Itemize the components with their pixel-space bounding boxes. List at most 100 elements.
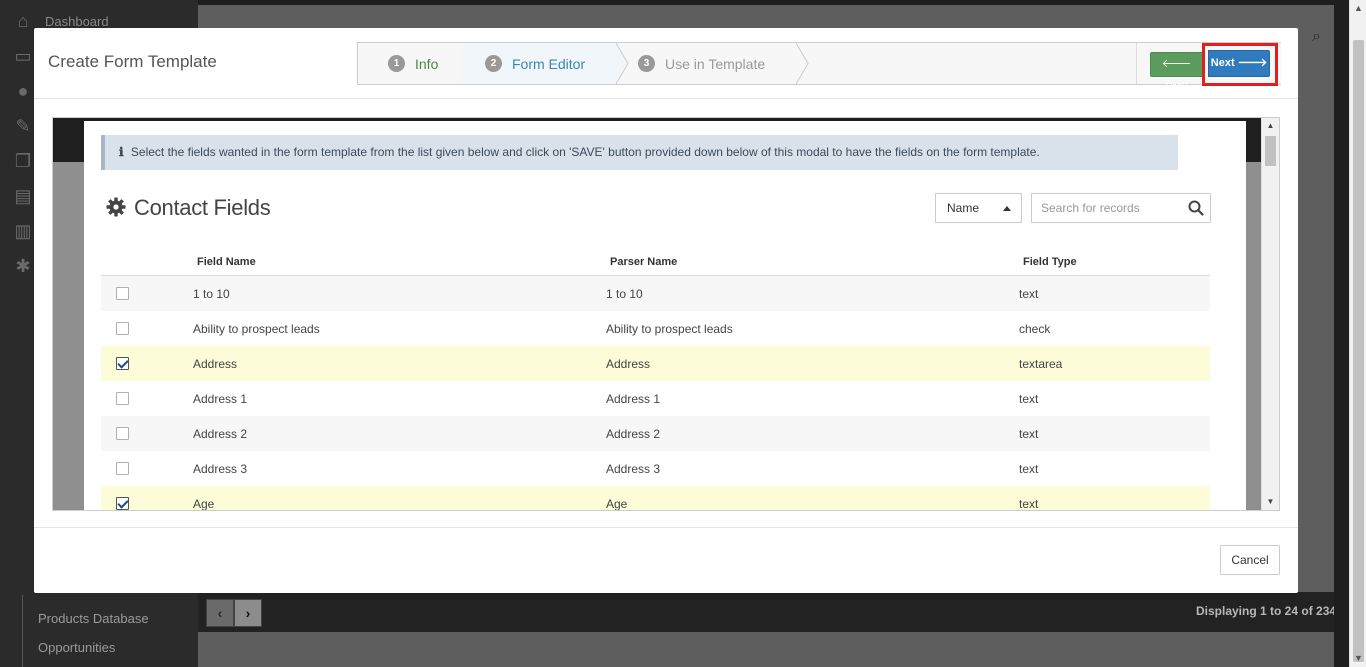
modal-header: Create Form Template 1 Info 2 Form Edito… <box>34 28 1298 99</box>
sidebar-tree-line <box>22 595 23 667</box>
field-name-cell: Age <box>193 497 215 511</box>
fields-table: Field Name Parser Name Field Type 1 to 1… <box>101 246 1210 511</box>
field-type-cell: text <box>1019 497 1039 511</box>
wizard-chevron <box>796 43 809 84</box>
table-header: Field Name Parser Name Field Type <box>101 246 1210 276</box>
scroll-up-arrow-icon[interactable]: ▲ <box>1350 0 1366 17</box>
parser-name-cell: Address <box>606 357 651 371</box>
column-header-field-type[interactable]: Field Type <box>1023 256 1077 268</box>
field-name-cell: Address 1 <box>193 392 248 406</box>
step-number-badge: 1 <box>388 55 405 72</box>
wizard-step-label: Info <box>415 55 439 72</box>
scroll-up-arrow-icon[interactable]: ▲ <box>1262 118 1279 134</box>
arrow-right-icon: 🡒 <box>1237 57 1268 69</box>
row-checkbox[interactable] <box>116 287 129 300</box>
row-checkbox-checked[interactable] <box>116 497 129 510</box>
cancel-button[interactable]: Cancel <box>1220 545 1280 575</box>
next-button-label: Next <box>1210 57 1235 69</box>
column-header-field-name[interactable]: Field Name <box>197 256 256 268</box>
row-checkbox[interactable] <box>116 322 129 335</box>
row-checkbox[interactable] <box>116 462 129 475</box>
parser-name-cell: 1 to 10 <box>606 287 643 301</box>
caret-up-icon <box>1003 206 1011 211</box>
search-input[interactable] <box>1032 194 1182 222</box>
prev-button[interactable]: 🡐 Prev <box>1150 52 1203 93</box>
prev-button-label: Prev <box>1165 81 1188 93</box>
users-icon[interactable]: ● <box>12 80 34 102</box>
page-scrollbar[interactable]: ▲ ▼ <box>1349 0 1366 667</box>
sort-select[interactable]: Name <box>935 193 1022 223</box>
info-icon: ℹ <box>119 145 124 159</box>
panel-scrollbar[interactable]: ▲ ▼ <box>1261 118 1279 510</box>
table-row[interactable]: Address 3 Address 3 text <box>101 451 1210 486</box>
field-picker: ℹ Select the fields wanted in the form t… <box>84 121 1246 510</box>
next-button[interactable]: Next 🡒 <box>1208 50 1270 77</box>
table-row[interactable]: Address 2 Address 2 text <box>101 416 1210 451</box>
pager: ‹ › <box>206 599 262 627</box>
field-name-cell: 1 to 10 <box>193 287 230 301</box>
modal-title: Create Form Template <box>48 52 217 71</box>
modal-footer <box>34 527 1298 593</box>
field-type-cell: check <box>1019 322 1051 336</box>
field-type-cell: text <box>1019 427 1039 441</box>
app-top-strip <box>198 0 1334 5</box>
panel-scroll-thumb[interactable] <box>1265 136 1276 166</box>
parser-name-cell: Address 1 <box>606 392 661 406</box>
file-icon[interactable]: ▤ <box>12 185 34 207</box>
pager-prev-button[interactable]: ‹ <box>206 599 234 627</box>
pager-next-button[interactable]: › <box>234 599 262 627</box>
section-title: Contact Fields <box>134 195 271 220</box>
inbox-icon[interactable]: ▭ <box>12 45 34 67</box>
settings-icon[interactable]: ✱ <box>12 255 34 277</box>
table-row[interactable]: Address 1 Address 1 text <box>101 381 1210 416</box>
field-name-cell: Ability to prospect leads <box>193 322 320 336</box>
info-message: Select the fields wanted in the form tem… <box>130 145 1040 159</box>
app-list-footer <box>198 592 1334 632</box>
table-row-selected[interactable]: Address Address textarea <box>101 346 1210 381</box>
wizard-step-use-in-template[interactable]: 3 Use in Template <box>616 43 796 84</box>
wizard-step-form-editor[interactable]: 2 Form Editor <box>463 43 616 84</box>
home-icon[interactable]: ⌂ <box>12 10 34 32</box>
create-form-template-modal: Create Form Template 1 Info 2 Form Edito… <box>34 28 1298 593</box>
wizard-step-info[interactable]: 1 Info <box>358 43 463 84</box>
parser-name-cell: Age <box>606 497 628 511</box>
scroll-down-arrow-icon[interactable]: ▼ <box>1262 494 1279 510</box>
row-checkbox-checked[interactable] <box>116 357 129 370</box>
pager-status: Displaying 1 to 24 of 234 <box>1196 604 1334 618</box>
table-row[interactable]: 1 to 10 1 to 10 text <box>101 276 1210 311</box>
field-type-cell: textarea <box>1019 357 1063 371</box>
field-type-cell: text <box>1019 462 1039 476</box>
step-number-badge: 3 <box>638 55 655 72</box>
step-number-badge: 2 <box>485 55 502 72</box>
field-type-cell: text <box>1019 392 1039 406</box>
parser-name-cell: Ability to prospect leads <box>606 322 733 336</box>
parser-name-cell: Address 3 <box>606 462 661 476</box>
wizard-step-label: Use in Template <box>665 55 766 72</box>
field-name-cell: Address <box>193 357 238 371</box>
field-name-cell: Address 2 <box>193 427 248 441</box>
search-icon[interactable] <box>1188 200 1204 216</box>
chart-icon[interactable]: ▥ <box>12 220 34 242</box>
field-name-cell: Address 3 <box>193 462 248 476</box>
sidebar-item-products-database[interactable]: Products Database <box>38 611 149 626</box>
arrow-left-icon: 🡐 <box>1161 58 1192 70</box>
wizard-steps: 1 Info 2 Form Editor 3 Use in Template <box>357 42 1281 85</box>
search-box <box>1031 193 1211 223</box>
table-row-selected[interactable]: Age Age text <box>101 486 1210 511</box>
scroll-down-arrow-icon[interactable]: ▼ <box>1350 650 1366 667</box>
sort-select-value: Name <box>947 201 980 215</box>
row-checkbox[interactable] <box>116 392 129 405</box>
wrench-icon[interactable]: ✎ <box>12 115 34 137</box>
table-row[interactable]: Ability to prospect leads Ability to pro… <box>101 311 1210 346</box>
wizard-step-label: Form Editor <box>512 55 586 72</box>
page-scroll-thumb[interactable] <box>1353 40 1364 662</box>
sidebar-item-dashboard[interactable]: Dashboard <box>45 14 109 29</box>
row-checkbox[interactable] <box>116 427 129 440</box>
search-icon[interactable]: ⌕ <box>1312 28 1321 46</box>
documents-icon[interactable]: ❐ <box>12 150 34 172</box>
field-type-cell: text <box>1019 287 1039 301</box>
gear-icon <box>106 197 126 217</box>
column-header-parser-name[interactable]: Parser Name <box>610 256 677 268</box>
sidebar-item-opportunities[interactable]: Opportunities <box>38 640 115 655</box>
info-alert: ℹ Select the fields wanted in the form t… <box>101 135 1178 170</box>
